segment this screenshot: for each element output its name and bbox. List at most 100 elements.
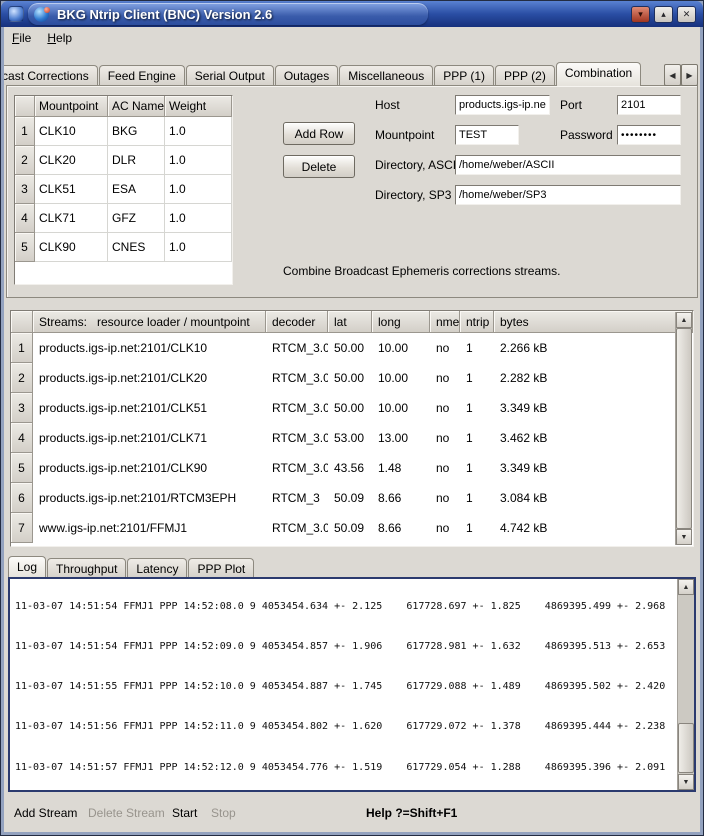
menu-item-help[interactable]: Help [39,28,80,48]
cell-nmea: no [430,513,460,543]
tab-broadcast-corrections[interactable]: Broadcast Corrections [4,65,98,85]
cell-ac-name[interactable]: BKG [108,117,165,146]
tab-log[interactable]: Log [8,556,46,577]
cell-weight[interactable]: 1.0 [165,117,232,146]
scroll-thumb[interactable] [678,723,694,773]
cell-nmea: no [430,423,460,453]
cell-decoder: RTCM_3.0 [266,453,328,483]
table-row[interactable]: 1 CLK10 BKG 1.0 [15,117,232,146]
cell-weight[interactable]: 1.0 [165,204,232,233]
col-header-nmea[interactable]: nmea [430,311,460,333]
cell-ac-name[interactable]: CNES [108,233,165,262]
streams-scrollbar[interactable]: ▲ ▼ [675,312,692,545]
maximize-button[interactable]: ▴ [654,6,673,23]
combination-table[interactable]: Mountpoint AC Name Weight 1 CLK10 BKG 1.… [14,95,233,285]
tab-latency[interactable]: Latency [127,558,187,577]
col-header-ntrip[interactable]: ntrip [460,311,494,333]
log-line: 11-03-07 14:51:54 FFMJ1 PPP 14:52:08.0 9… [15,600,673,613]
table-row[interactable]: 4 CLK71 GFZ 1.0 [15,204,232,233]
tab-miscellaneous[interactable]: Miscellaneous [339,65,433,85]
tab-serial-output[interactable]: Serial Output [186,65,274,85]
cell-decoder: RTCM_3.0 [266,423,328,453]
start-button[interactable]: Start [172,806,197,820]
cell-stream-name: products.igs-ip.net:2101/CLK90 [33,453,266,483]
tab-scroll-left-button[interactable]: ◀ [664,64,681,86]
host-input[interactable] [455,95,550,115]
tab-scroll-right-button[interactable]: ▶ [681,64,698,86]
port-input[interactable] [617,95,681,115]
stream-row[interactable]: 4 products.igs-ip.net:2101/CLK71 RTCM_3.… [11,423,693,453]
cell-weight[interactable]: 1.0 [165,175,232,204]
close-button[interactable]: ✕ [677,6,696,23]
tab-feed-engine[interactable]: Feed Engine [99,65,185,85]
menu-item-file[interactable]: File [4,28,39,48]
stream-row[interactable]: 7 www.igs-ip.net:2101/FFMJ1 RTCM_3.0 50.… [11,513,693,543]
stream-row[interactable]: 1 products.igs-ip.net:2101/CLK10 RTCM_3.… [11,333,693,363]
log-panel[interactable]: 11-03-07 14:51:54 FFMJ1 PPP 14:52:08.0 9… [8,577,696,792]
mountpoint-input[interactable] [455,125,519,145]
tab-outages[interactable]: Outages [275,65,338,85]
cell-stream-name: products.igs-ip.net:2101/RTCM3EPH [33,483,266,513]
stream-row[interactable]: 6 products.igs-ip.net:2101/RTCM3EPH RTCM… [11,483,693,513]
cell-lat: 53.00 [328,423,372,453]
add-row-button[interactable]: Add Row [283,122,355,145]
col-header-bytes[interactable]: bytes [494,311,693,333]
cell-stream-name: products.igs-ip.net:2101/CLK51 [33,393,266,423]
scroll-up-button[interactable]: ▲ [676,312,692,328]
scroll-down-button[interactable]: ▼ [676,529,692,545]
delete-button[interactable]: Delete [283,155,355,178]
cell-weight[interactable]: 1.0 [165,233,232,262]
col-header-decoder[interactable]: decoder [266,311,328,333]
col-header-weight[interactable]: Weight [165,96,232,117]
password-input[interactable] [617,125,681,145]
cell-mountpoint[interactable]: CLK10 [35,117,108,146]
stream-row[interactable]: 3 products.igs-ip.net:2101/CLK51 RTCM_3.… [11,393,693,423]
stream-row[interactable]: 2 products.igs-ip.net:2101/CLK20 RTCM_3.… [11,363,693,393]
stream-row[interactable]: 5 products.igs-ip.net:2101/CLK90 RTCM_3.… [11,453,693,483]
window-menu-icon[interactable] [8,6,24,22]
cell-ac-name[interactable]: DLR [108,146,165,175]
log-text[interactable]: 11-03-07 14:51:54 FFMJ1 PPP 14:52:08.0 9… [15,579,673,789]
table-row[interactable]: 3 CLK51 ESA 1.0 [15,175,232,204]
scroll-up-button[interactable]: ▲ [678,579,694,595]
col-header-lat[interactable]: lat [328,311,372,333]
col-header-long[interactable]: long [372,311,430,333]
stop-button[interactable]: Stop [211,806,236,820]
tab-throughput[interactable]: Throughput [47,558,126,577]
titlebar[interactable]: BKG Ntrip Client (BNC) Version 2.6 ▾ ▴ ✕ [1,1,703,27]
col-header-mountpoint[interactable]: Mountpoint [35,96,108,117]
streams-table[interactable]: Streams: resource loader / mountpoint de… [10,310,694,547]
cell-lat: 50.00 [328,393,372,423]
tab-ppp-1[interactable]: PPP (1) [434,65,494,85]
cell-mountpoint[interactable]: CLK51 [35,175,108,204]
minimize-button[interactable]: ▾ [631,6,650,23]
scroll-thumb[interactable] [676,328,692,529]
cell-ac-name[interactable]: ESA [108,175,165,204]
scroll-down-button[interactable]: ▼ [678,774,694,790]
row-number: 5 [15,233,35,262]
add-stream-button[interactable]: Add Stream [14,806,77,820]
cell-ac-name[interactable]: GFZ [108,204,165,233]
cell-nmea: no [430,363,460,393]
tab-ppp-2[interactable]: PPP (2) [495,65,555,85]
cell-lat: 43.56 [328,453,372,483]
cell-lat: 50.09 [328,513,372,543]
tab-combination[interactable]: Combination [556,62,641,86]
cell-mountpoint[interactable]: CLK90 [35,233,108,262]
cell-stream-name: www.igs-ip.net:2101/FFMJ1 [33,513,266,543]
cell-nmea: no [430,483,460,513]
cell-weight[interactable]: 1.0 [165,146,232,175]
tab-ppp-plot[interactable]: PPP Plot [188,558,254,577]
dir-sp3-input[interactable] [455,185,681,205]
table-row[interactable]: 2 CLK20 DLR 1.0 [15,146,232,175]
cell-mountpoint[interactable]: CLK20 [35,146,108,175]
cell-long: 8.66 [372,483,430,513]
delete-stream-button[interactable]: Delete Stream [88,806,165,820]
cell-decoder: RTCM_3.0 [266,363,328,393]
dir-ascii-input[interactable] [455,155,681,175]
cell-mountpoint[interactable]: CLK71 [35,204,108,233]
table-row[interactable]: 5 CLK90 CNES 1.0 [15,233,232,262]
log-scrollbar[interactable]: ▲ ▼ [677,579,694,790]
col-header-ac-name[interactable]: AC Name [108,96,165,117]
col-header-streams[interactable]: Streams: resource loader / mountpoint [33,311,266,333]
